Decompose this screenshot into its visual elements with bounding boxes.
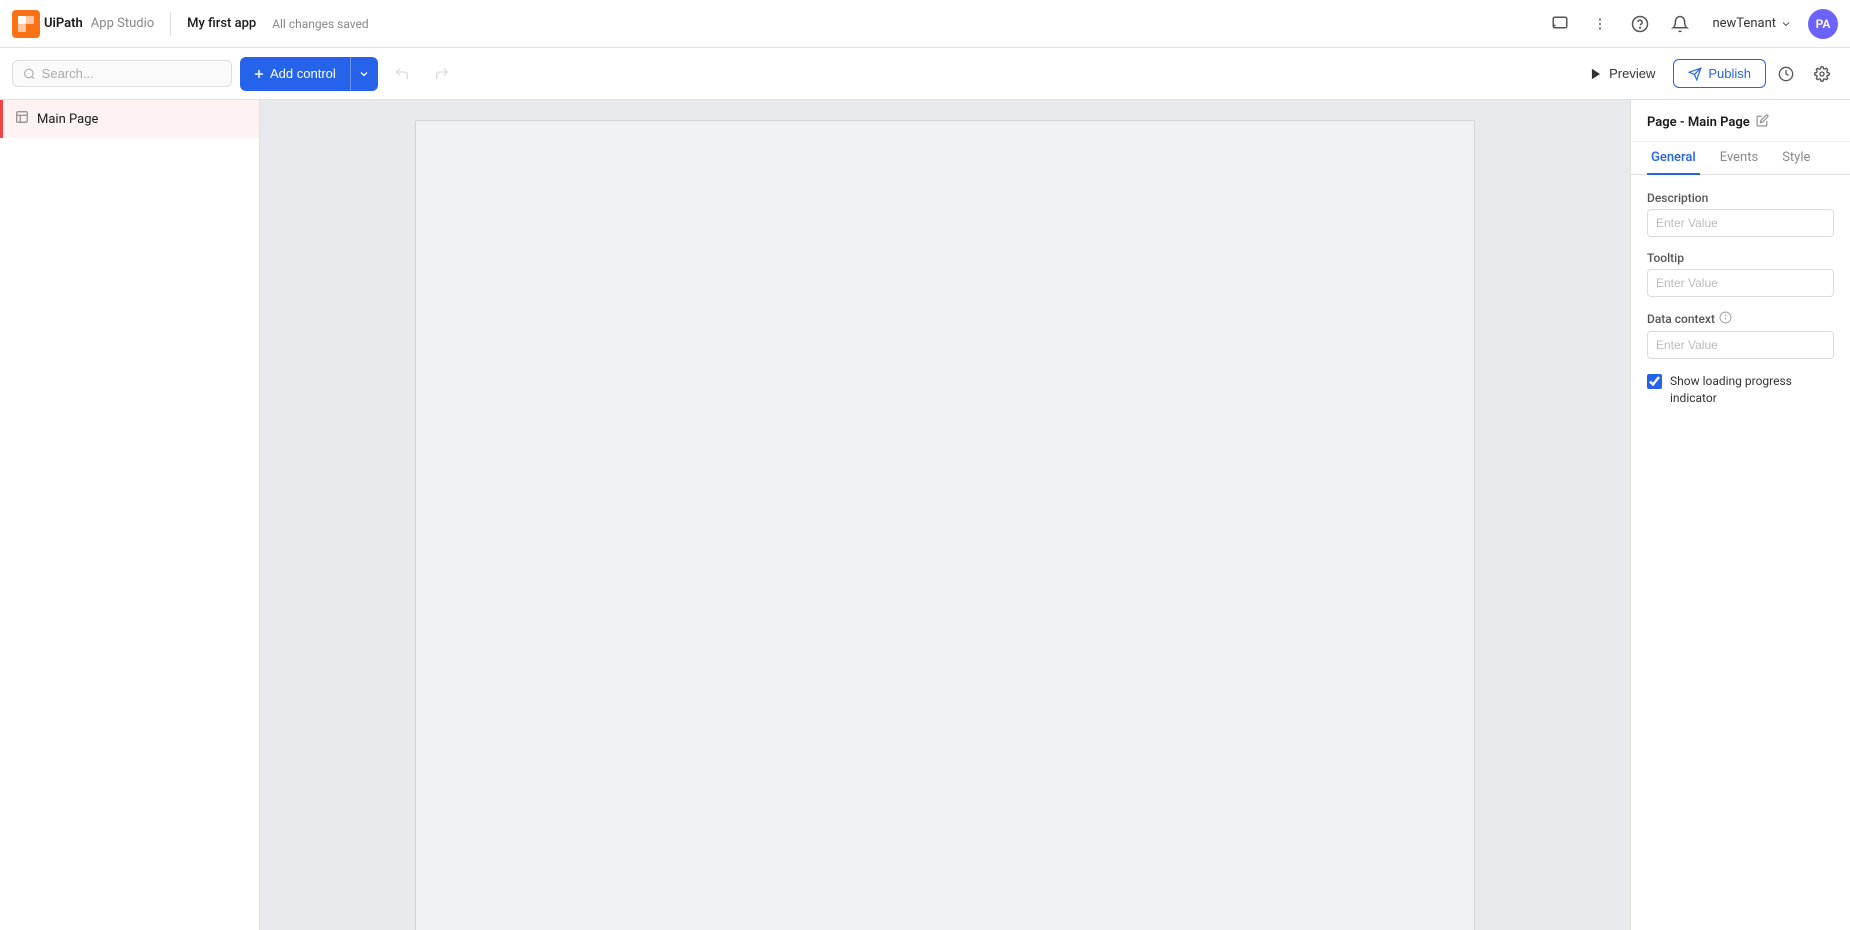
add-control-button[interactable]: Add control [240, 57, 378, 91]
data-context-field-group: Data context [1647, 311, 1834, 359]
logo-box [12, 10, 40, 38]
navbar-divider [170, 12, 171, 36]
tab-general[interactable]: General [1647, 142, 1700, 175]
sidebar-item-label: Main Page [37, 112, 98, 127]
notifications-button[interactable] [1664, 8, 1696, 40]
panel-body: Description Tooltip Data context [1631, 175, 1850, 423]
undo-icon [394, 66, 410, 82]
data-context-label: Data context [1647, 311, 1834, 327]
panel-tabs: General Events Style [1631, 142, 1850, 175]
more-options-button[interactable] [1584, 8, 1616, 40]
search-input[interactable] [42, 66, 221, 81]
page-icon [15, 110, 29, 128]
help-button[interactable] [1624, 8, 1656, 40]
settings-icon [1814, 66, 1830, 82]
navbar-right: newTenant PA [1544, 8, 1838, 40]
preview-button[interactable]: Preview [1575, 60, 1669, 87]
brand: UiPath App Studio [12, 10, 154, 38]
publish-label: Publish [1708, 66, 1751, 81]
navbar: UiPath App Studio My first app All chang… [0, 0, 1850, 48]
history-icon [1778, 66, 1794, 82]
preview-label: Preview [1609, 66, 1655, 81]
redo-button[interactable] [426, 58, 458, 90]
toolbar-right: Preview Publish [1575, 58, 1838, 90]
info-icon [1719, 311, 1732, 327]
toolbar: Add control Preview [0, 48, 1850, 100]
sidebar-item-main-page[interactable]: Main Page [0, 100, 259, 138]
logo-text: UiPath [44, 16, 83, 31]
edit-icon[interactable] [1756, 114, 1769, 131]
tenant-selector[interactable]: newTenant [1704, 12, 1800, 35]
publish-icon [1688, 67, 1702, 81]
redo-icon [434, 66, 450, 82]
chevron-down-icon [358, 68, 370, 80]
description-field-group: Description [1647, 191, 1834, 237]
main-content: Main Page Page - Main Page General Event… [0, 100, 1850, 930]
app-studio-label: App Studio [91, 16, 154, 31]
tooltip-input[interactable] [1647, 269, 1834, 297]
history-button[interactable] [1770, 58, 1802, 90]
canvas[interactable] [415, 120, 1475, 930]
plus-icon [252, 67, 266, 81]
search-box[interactable] [12, 60, 232, 87]
search-icon [23, 67, 36, 81]
tenant-name: newTenant [1712, 16, 1776, 31]
description-label: Description [1647, 191, 1834, 205]
tooltip-field-group: Tooltip [1647, 251, 1834, 297]
right-panel: Page - Main Page General Events Style De… [1630, 100, 1850, 930]
uipath-logo: UiPath [12, 10, 83, 38]
undo-button[interactable] [386, 58, 418, 90]
add-control-main[interactable]: Add control [240, 57, 348, 91]
canvas-area [260, 100, 1630, 930]
play-icon [1589, 67, 1603, 81]
show-loading-checkbox[interactable] [1647, 374, 1662, 389]
show-loading-row: Show loading progress indicator [1647, 373, 1834, 407]
add-control-group: Add control [240, 57, 378, 91]
add-control-label: Add control [270, 66, 336, 81]
right-panel-title: Page - Main Page [1647, 115, 1750, 130]
avatar[interactable]: PA [1808, 9, 1838, 39]
settings-button[interactable] [1806, 58, 1838, 90]
tab-style[interactable]: Style [1778, 142, 1814, 175]
comments-button[interactable] [1544, 8, 1576, 40]
tooltip-label: Tooltip [1647, 251, 1834, 265]
right-panel-header: Page - Main Page [1631, 100, 1850, 142]
sidebar: Main Page [0, 100, 260, 930]
data-context-input[interactable] [1647, 331, 1834, 359]
show-loading-label: Show loading progress indicator [1670, 373, 1834, 407]
publish-button[interactable]: Publish [1673, 59, 1766, 88]
description-input[interactable] [1647, 209, 1834, 237]
tab-events[interactable]: Events [1716, 142, 1762, 175]
project-name: My first app [187, 16, 256, 31]
add-control-dropdown[interactable] [350, 57, 378, 91]
saved-status: All changes saved [272, 17, 368, 31]
